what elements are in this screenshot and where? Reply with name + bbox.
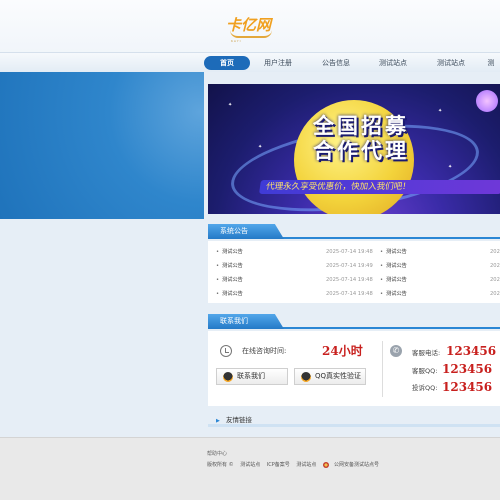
footer-site-link[interactable]: 测试站点 [296, 462, 316, 468]
banner-slogan: 代理永久享受优惠价，快加入我们吧！ [259, 180, 500, 194]
notice-date: 202 [490, 277, 500, 283]
arrow-right-icon: ▶ [216, 418, 220, 424]
site-logo[interactable]: 卡亿网 KAYI [226, 14, 276, 43]
police-badge[interactable]: 公网安备测试站点号 [322, 461, 384, 468]
notice-date: 202 [490, 263, 500, 269]
banner-title-line2: 合作代理 [313, 139, 409, 163]
contact-section-header: 联系我们 [208, 314, 500, 329]
banner-title: 全国招募 合作代理 [266, 114, 456, 164]
notice-date: 202 [490, 291, 500, 297]
qq-icon [301, 372, 311, 382]
icp-link[interactable]: ICP备案号 [267, 462, 290, 468]
notice-date: 2025-07-14 19:48 [326, 291, 373, 297]
notice-title: 测试公告 [386, 291, 407, 297]
notice-list: • 测试公告 2025-07-14 19:48 • 测试公告 2025-07-14 … [208, 241, 500, 303]
bullet-icon: • [216, 277, 220, 283]
clock-icon [220, 345, 232, 357]
contact-us-button[interactable]: 联系我们 [216, 368, 288, 385]
notice-date: 2025-07-14 19:49 [326, 263, 373, 269]
footer-site-link[interactable]: 测试站点 [240, 462, 260, 468]
friend-links-label: 友情链接 [225, 416, 252, 424]
nav-item-test-site-2[interactable]: 测试站点 [428, 56, 474, 70]
notice-section-header: 系统公告 [208, 224, 500, 239]
notice-tab: 系统公告 [208, 224, 284, 239]
service-phone-label: 客服电话: [412, 349, 441, 357]
main-nav: 首页 用户注册 公告信息 测试站点 测试站点 测 [0, 52, 500, 72]
left-blue-panel [0, 72, 204, 219]
site-footer: 帮助中心 版权所有 © 测试站点 ICP备案号 测试站点 公网安备测试站点号 [0, 437, 500, 500]
star-icon: ✦ [258, 144, 263, 150]
complaint-qq-value: 123456 [442, 380, 493, 394]
promo-banner[interactable]: ✦ ✦ ✦ ✦ 全国招募 合作代理 代理永久享受优惠价，快加入我们吧！ [208, 84, 500, 214]
nav-item-home[interactable]: 首页 [204, 56, 250, 70]
copyright-text: 版权所有 © [207, 462, 234, 468]
help-center-link[interactable]: 帮助中心 [207, 450, 227, 457]
notice-date: 2025-07-14 19:48 [326, 277, 373, 283]
list-item[interactable]: • 测试公告 [380, 275, 407, 285]
star-icon: ✦ [228, 102, 233, 108]
notice-title: 测试公告 [222, 263, 243, 269]
site-header: 卡亿网 KAYI 首页 用户注册 公告信息 测试站点 测试站点 测 [0, 0, 500, 72]
contact-panel: 在线咨询时间: 24小时 联系我们 QQ真实性验证 ✆ 客服电话: 123456… [208, 331, 500, 406]
bullet-icon: • [216, 263, 220, 269]
qq-verify-button[interactable]: QQ真实性验证 [294, 368, 366, 385]
online-hours-label: 在线咨询时间: [242, 347, 287, 355]
nav-item-announcements[interactable]: 公告信息 [313, 56, 359, 70]
notice-date: 202 [490, 249, 500, 255]
list-item[interactable]: • 测试公告 [380, 289, 407, 299]
qq-icon [223, 372, 233, 382]
nav-item-test-site-3[interactable]: 测 [482, 56, 500, 70]
list-item[interactable]: • 测试公告 [380, 247, 407, 257]
police-label: 公网安备测试站点号 [333, 462, 379, 468]
service-phone-value: 123456 [446, 344, 497, 358]
bullet-icon: • [216, 291, 220, 297]
bullet-icon: • [380, 277, 384, 283]
qq-verify-label: QQ真实性验证 [315, 372, 362, 380]
notice-title: 测试公告 [386, 263, 407, 269]
bullet-icon: • [216, 249, 220, 255]
rocket-icon [476, 90, 498, 112]
police-icon [322, 461, 329, 468]
online-hours-value: 24小时 [322, 344, 363, 358]
list-item[interactable]: • 测试公告 [380, 261, 407, 271]
contact-us-label: 联系我们 [237, 372, 265, 380]
list-item[interactable]: • 测试公告 [216, 247, 243, 257]
notice-title: 测试公告 [222, 291, 243, 297]
notice-title: 测试公告 [386, 249, 407, 255]
service-qq-label: 客服QQ: [412, 367, 438, 375]
left-lower-panel [0, 219, 204, 437]
bullet-icon: • [380, 291, 384, 297]
list-item[interactable]: • 测试公告 [216, 275, 243, 285]
divider [382, 341, 383, 397]
notice-title: 测试公告 [386, 277, 407, 283]
logo-subtext: KAYI [231, 39, 242, 43]
list-item[interactable]: • 测试公告 [216, 261, 243, 271]
notice-date: 2025-07-14 19:48 [326, 249, 373, 255]
nav-item-test-site-1[interactable]: 测试站点 [370, 56, 416, 70]
notice-title: 测试公告 [222, 249, 243, 255]
bullet-icon: • [380, 263, 384, 269]
phone-icon: ✆ [390, 345, 402, 357]
footer-links: 版权所有 © 测试站点 ICP备案号 测试站点 公网安备测试站点号 [207, 461, 389, 468]
friend-links-bar[interactable]: ▶ 友情链接 [208, 414, 500, 427]
notice-title: 测试公告 [222, 277, 243, 283]
list-item[interactable]: • 测试公告 [216, 289, 243, 299]
complaint-qq-label: 投诉QQ: [412, 384, 438, 392]
logo-swoosh [230, 30, 272, 38]
nav-item-register[interactable]: 用户注册 [255, 56, 301, 70]
contact-tab: 联系我们 [208, 314, 284, 329]
service-qq-value: 123456 [442, 362, 493, 376]
banner-title-line1: 全国招募 [313, 114, 409, 138]
bullet-icon: • [380, 249, 384, 255]
